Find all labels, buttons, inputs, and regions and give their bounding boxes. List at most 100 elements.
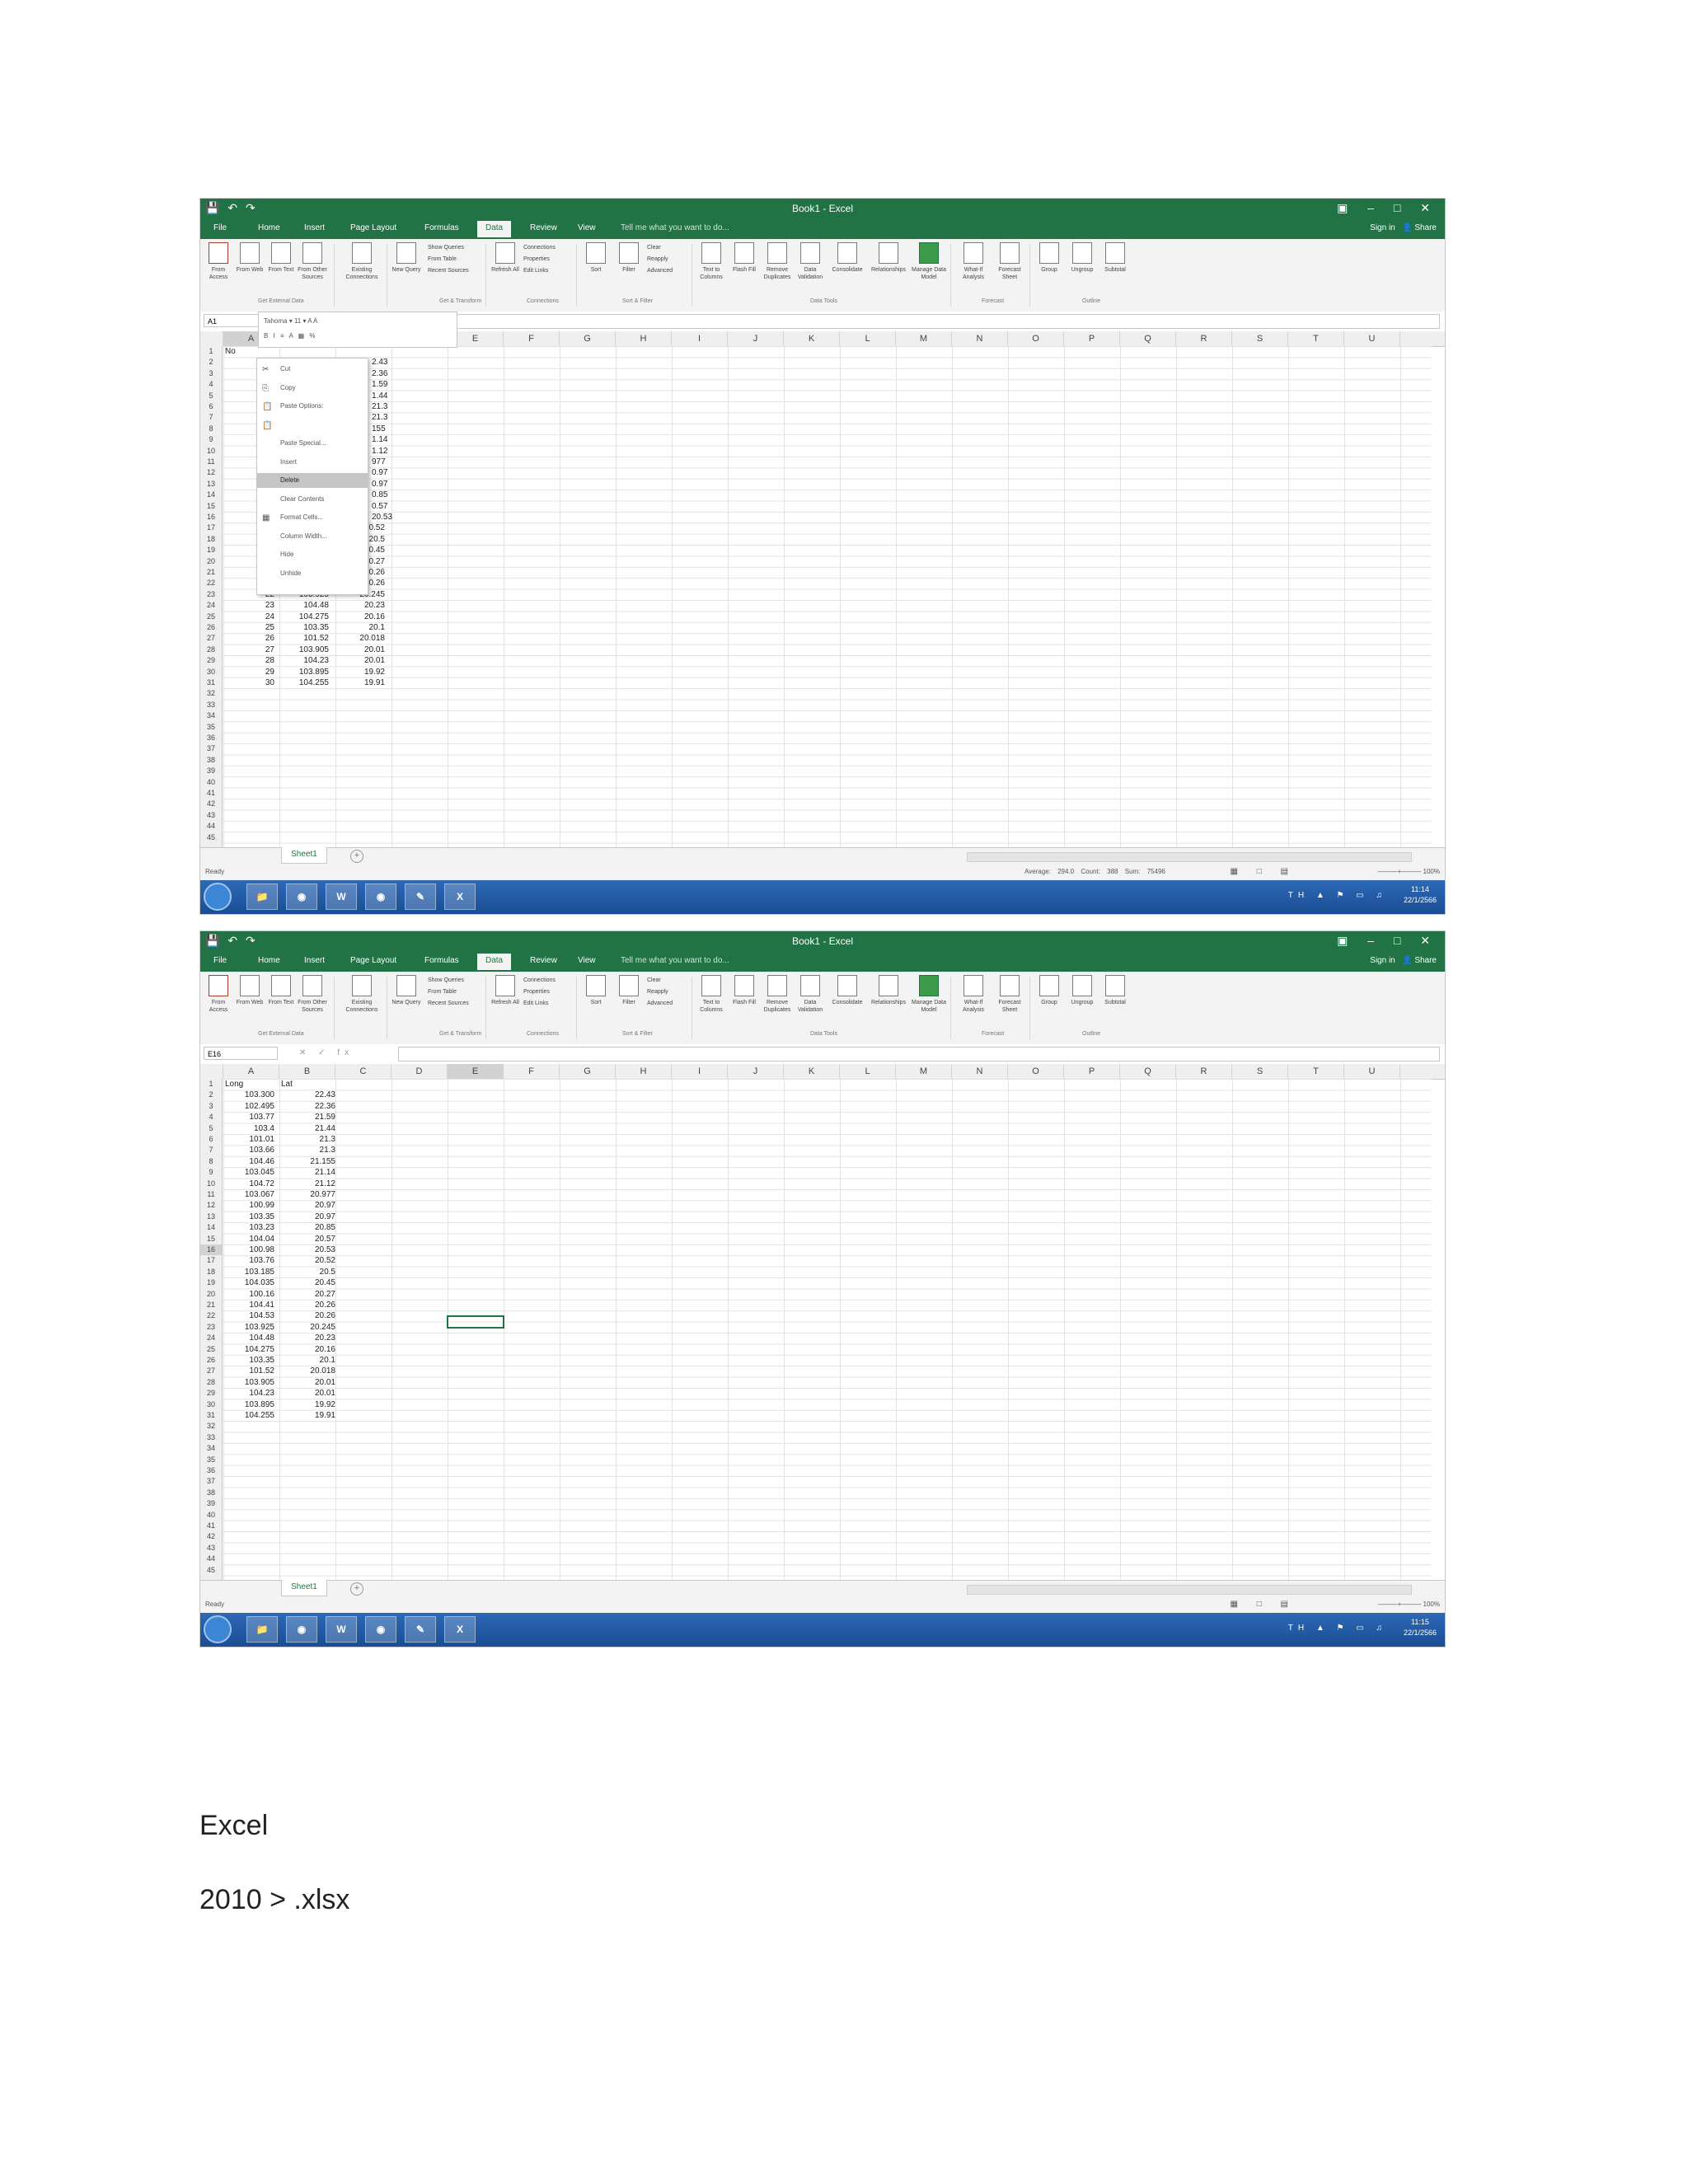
reapply-button[interactable]: Reapply	[647, 987, 688, 998]
start-button-icon[interactable]	[204, 883, 232, 911]
cell-long[interactable]: 104.255	[279, 677, 329, 688]
column-header[interactable]: R	[1176, 331, 1232, 346]
row-header[interactable]: 36	[200, 733, 222, 743]
cell-lat[interactable]: 21.3	[286, 1134, 335, 1145]
tab-home[interactable]: Home	[258, 956, 280, 965]
sign-in-link[interactable]: Sign in	[1370, 956, 1395, 965]
cell-long[interactable]: 103.067	[225, 1189, 274, 1200]
row-header[interactable]: 27	[200, 1366, 222, 1376]
row-header[interactable]: 17	[200, 523, 222, 533]
cell-lat[interactable]: 20.52	[286, 1255, 335, 1266]
row-header[interactable]: 4	[200, 379, 222, 390]
row-header[interactable]: 40	[200, 777, 222, 788]
tab-home[interactable]: Home	[258, 223, 280, 232]
cell-grid[interactable]: Long Lat 103.300 22.43 102.495 22.36 103.77 2…	[200, 1079, 1432, 1580]
remove-duplicates-button[interactable]: Remove Duplicates	[762, 975, 792, 1014]
column-header[interactable]: K	[784, 1064, 840, 1079]
advanced-button[interactable]: Advanced	[647, 265, 688, 277]
cell-lat[interactable]: 22.43	[286, 1090, 335, 1100]
cell-long[interactable]: 104.04	[225, 1234, 274, 1244]
row-header[interactable]: 27	[200, 633, 222, 644]
sort-button[interactable]: Sort	[581, 242, 611, 274]
row-header[interactable]: 1	[200, 1079, 222, 1090]
cell-long[interactable]: 103.23	[225, 1222, 274, 1233]
row-header[interactable]: 28	[200, 1377, 222, 1388]
row-header[interactable]: 44	[200, 1554, 222, 1564]
row-header[interactable]: 9	[200, 1167, 222, 1178]
show-queries-button[interactable]: Show Queries	[428, 242, 477, 254]
add-sheet-icon[interactable]: +	[350, 850, 363, 863]
row-header[interactable]: 36	[200, 1465, 222, 1476]
row-header[interactable]: 21	[200, 1300, 222, 1310]
context-menu-item[interactable]: Column Width...	[257, 529, 368, 544]
row-header[interactable]: 7	[200, 412, 222, 423]
row-header[interactable]: 10	[200, 446, 222, 457]
row-header[interactable]: 29	[200, 655, 222, 666]
row-header[interactable]: 42	[200, 799, 222, 809]
row-header[interactable]: 30	[200, 1399, 222, 1410]
cell-long[interactable]: 103.4	[225, 1123, 274, 1134]
selected-cell[interactable]	[447, 1315, 504, 1329]
cell-lat[interactable]: 21.3	[286, 1145, 335, 1155]
tab-formulas[interactable]: Formulas	[424, 956, 459, 965]
chrome-taskbar-icon[interactable]: ◉	[286, 1616, 317, 1643]
column-header[interactable]: J	[728, 331, 784, 346]
row-header[interactable]: 15	[200, 1234, 222, 1244]
row-header[interactable]: 40	[200, 1510, 222, 1521]
from-access-button[interactable]: From Access	[204, 975, 233, 1014]
view-buttons[interactable]: ▦ □ ▤	[1231, 867, 1297, 876]
column-header[interactable]: I	[672, 331, 728, 346]
consolidate-button[interactable]: Consolidate	[828, 242, 866, 274]
context-menu-item[interactable]: Unhide	[257, 566, 368, 581]
context-menu-item[interactable]: Paste Special...	[257, 436, 368, 451]
cell-value[interactable]: 0.57	[372, 501, 387, 512]
tab-data[interactable]: Data	[477, 221, 512, 237]
column-header[interactable]: T	[1288, 331, 1344, 346]
tab-page-layout[interactable]: Page Layout	[350, 956, 396, 965]
column-header[interactable]: C	[335, 1064, 392, 1079]
cell-long[interactable]: 104.275	[279, 612, 329, 622]
word-taskbar-icon[interactable]: W	[326, 1616, 357, 1643]
tell-me-search[interactable]: Tell me what you want to do...	[621, 223, 729, 232]
cell-value[interactable]: 1.59	[372, 379, 387, 390]
advanced-button[interactable]: Advanced	[647, 998, 688, 1010]
subtotal-button[interactable]: Subtotal	[1100, 242, 1130, 274]
existing-connections-button[interactable]: Existing Connections	[342, 975, 382, 1014]
edit-links-button[interactable]: Edit Links	[523, 265, 573, 277]
filter-button[interactable]: Filter	[614, 242, 644, 274]
existing-connections-button[interactable]: Existing Connections	[342, 242, 382, 281]
excel-taskbar-icon[interactable]: X	[444, 1616, 476, 1643]
cell-lat[interactable]: 20.018	[335, 633, 385, 644]
column-header[interactable]: U	[1344, 1064, 1400, 1079]
forecast-sheet-button[interactable]: Forecast Sheet	[993, 975, 1026, 1014]
cell-long[interactable]: 104.23	[225, 1388, 274, 1399]
row-header[interactable]: 3	[200, 1101, 222, 1112]
row-header[interactable]: 6	[200, 401, 222, 412]
row-header[interactable]: 28	[200, 644, 222, 655]
column-header[interactable]: M	[896, 331, 952, 346]
filter-button[interactable]: Filter	[614, 975, 644, 1006]
header-long[interactable]: Long	[225, 1079, 243, 1090]
paint-taskbar-icon[interactable]: ✎	[405, 883, 436, 910]
row-header[interactable]: 8	[200, 1156, 222, 1167]
cell-long[interactable]: 104.72	[225, 1179, 274, 1189]
connections-button[interactable]: Connections	[523, 975, 573, 987]
remove-duplicates-button[interactable]: Remove Duplicates	[762, 242, 792, 281]
row-header[interactable]: 15	[200, 501, 222, 512]
account-area[interactable]: Sign in 👤 Share	[1370, 223, 1437, 232]
column-header[interactable]: H	[616, 331, 672, 346]
text-to-columns-button[interactable]: Text to Columns	[696, 975, 726, 1014]
tab-view[interactable]: View	[578, 956, 596, 965]
cell-long[interactable]: 103.77	[225, 1112, 274, 1122]
cell-no[interactable]: 28	[225, 655, 274, 666]
cell-lat[interactable]: 20.5	[286, 1267, 335, 1277]
column-header[interactable]: K	[784, 331, 840, 346]
row-header[interactable]: 16	[200, 1244, 222, 1256]
column-header[interactable]: Q	[1120, 331, 1176, 346]
cell-value[interactable]: 21.3	[372, 412, 387, 423]
cell-long[interactable]: 103.905	[279, 644, 329, 655]
row-header[interactable]: 5	[200, 391, 222, 401]
row-header[interactable]: 32	[200, 688, 222, 699]
name-box[interactable]: E16	[204, 1047, 278, 1060]
row-header[interactable]: 21	[200, 567, 222, 578]
